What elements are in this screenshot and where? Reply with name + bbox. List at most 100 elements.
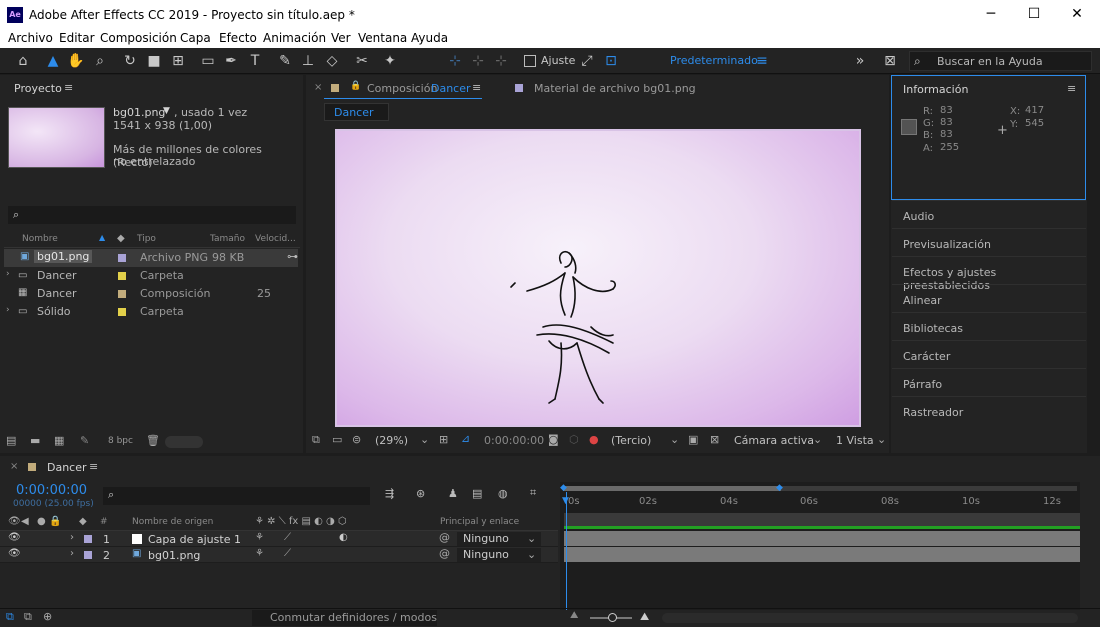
- lock-icon[interactable]: 🔒: [49, 516, 61, 527]
- label-color-swatch[interactable]: [118, 254, 126, 262]
- footage-tab[interactable]: Material de archivo bg01.png: [534, 82, 696, 95]
- switches-icons[interactable]: ⚘ ✲ ⟍ fx ▤ ◐ ◑ ⬡: [255, 516, 347, 527]
- shy-layers-icon[interactable]: ♟: [448, 487, 458, 500]
- eye-icon[interactable]: 👁: [8, 532, 21, 543]
- eye-icon[interactable]: 👁: [8, 548, 21, 559]
- sync-settings-icon[interactable]: ⊠: [880, 51, 900, 71]
- item-name[interactable]: Sólido: [37, 305, 71, 318]
- layer-bar[interactable]: [564, 547, 1080, 562]
- new-composition-icon[interactable]: ▦: [54, 434, 64, 447]
- draft-3d-icon[interactable]: ⊛: [416, 487, 425, 500]
- project-search-field[interactable]: ⌕: [8, 206, 296, 224]
- item-name[interactable]: Dancer: [37, 287, 77, 300]
- character-panel-tab[interactable]: Carácter: [892, 340, 1086, 367]
- in-out-toggle-icon[interactable]: ⊕: [43, 610, 52, 623]
- local-axis-icon[interactable]: ⊹: [445, 51, 465, 71]
- resolution-select[interactable]: (Tercio): [611, 434, 651, 447]
- expand-arrow-icon[interactable]: ›: [70, 548, 74, 559]
- project-item[interactable]: ▦ Dancer Composición 25: [4, 285, 298, 303]
- solo-icon[interactable]: ●: [37, 516, 46, 527]
- zoom-out-icon[interactable]: ⛰: [570, 610, 578, 621]
- zoom-tool-icon[interactable]: ⌕: [90, 51, 110, 71]
- playhead[interactable]: [566, 492, 567, 610]
- close-button[interactable]: ✕: [1054, 0, 1100, 30]
- transparency-grid-icon[interactable]: ▣: [688, 433, 698, 446]
- rotate-tool-icon[interactable]: ↻: [120, 51, 140, 71]
- layer-label-swatch[interactable]: [84, 535, 92, 543]
- maximize-button[interactable]: ☐: [1011, 0, 1057, 30]
- audio-panel-tab[interactable]: Audio: [892, 200, 1086, 227]
- shy-switch-icon[interactable]: ⚘: [255, 532, 264, 543]
- menu-ayuda[interactable]: Ayuda: [411, 31, 448, 45]
- label-color-swatch[interactable]: [118, 308, 126, 316]
- time-ruler[interactable]: 0s 02s 04s 06s 08s 10s 12s: [560, 492, 1080, 512]
- motion-blur-icon[interactable]: ◍: [498, 487, 508, 500]
- camera-dropdown-icon[interactable]: ⌄: [813, 433, 822, 446]
- eraser-tool-icon[interactable]: ◇: [322, 51, 342, 71]
- snap-feature-icon[interactable]: ⊡: [601, 51, 621, 71]
- chevron-down-icon[interactable]: ⌄: [527, 548, 536, 561]
- align-panel-tab[interactable]: Alinear: [892, 284, 1086, 311]
- resolution-dropdown-icon[interactable]: ⌄: [670, 433, 679, 446]
- zoom-in-icon[interactable]: ⛰: [640, 610, 649, 624]
- trash-icon[interactable]: 🗑: [146, 434, 160, 447]
- tracker-panel-tab[interactable]: Rastreador: [892, 396, 1086, 423]
- info-panel-title[interactable]: Información: [903, 83, 968, 96]
- lock-icon[interactable]: 🔒: [350, 81, 361, 91]
- quality-switch-icon[interactable]: ⟋: [284, 548, 291, 559]
- expand-arrow-icon[interactable]: ›: [70, 532, 74, 543]
- snap-checkbox[interactable]: [524, 55, 536, 67]
- type-tool-icon[interactable]: T: [245, 51, 265, 71]
- menu-capa[interactable]: Capa: [180, 31, 211, 45]
- layer-switches-toggle-icon[interactable]: ⧉: [6, 610, 14, 624]
- column-size[interactable]: Tamaño: [210, 234, 245, 244]
- layer-label-swatch[interactable]: [84, 551, 92, 559]
- help-search-placeholder[interactable]: Buscar en la Ayuda: [937, 55, 1043, 68]
- roto-brush-tool-icon[interactable]: ✂: [352, 51, 372, 71]
- views-dropdown-icon[interactable]: ⌄: [877, 433, 886, 446]
- column-speed[interactable]: Velocid...: [255, 234, 296, 244]
- parent-select[interactable]: Ninguno ⌄: [457, 548, 541, 562]
- expand-arrow-icon[interactable]: ›: [6, 269, 10, 279]
- composition-canvas[interactable]: [335, 129, 861, 427]
- project-item[interactable]: › ▭ Dancer Carpeta: [4, 267, 298, 285]
- menu-editar[interactable]: Editar: [59, 31, 95, 45]
- work-area-bar[interactable]: [564, 513, 1080, 527]
- help-search-field[interactable]: ⌕ Buscar en la Ayuda: [909, 51, 1092, 71]
- close-tab-icon[interactable]: ×: [10, 461, 18, 472]
- show-snapshot-icon[interactable]: ⬡: [569, 433, 579, 446]
- menu-archivo[interactable]: Archivo: [8, 31, 53, 45]
- project-settings-icon[interactable]: ✎: [80, 434, 89, 447]
- project-item[interactable]: › ▭ Sólido Carpeta: [4, 303, 298, 321]
- world-axis-icon[interactable]: ⊹: [468, 51, 488, 71]
- menu-animacion[interactable]: Animación: [263, 31, 326, 45]
- viewer-timecode[interactable]: 0:00:00:00: [484, 434, 544, 447]
- horizontal-scrollbar[interactable]: [662, 613, 1078, 623]
- workspace-menu-icon[interactable]: ≡: [752, 51, 772, 71]
- expand-arrow-icon[interactable]: ›: [6, 305, 10, 315]
- composition-mini-flowchart-icon[interactable]: ⇶: [385, 487, 394, 500]
- audio-icon[interactable]: ◀: [21, 516, 29, 527]
- menu-composicion[interactable]: Composición: [100, 31, 177, 45]
- zoom-select[interactable]: (29%): [375, 434, 408, 447]
- pickwhip-icon[interactable]: @: [439, 547, 450, 560]
- paragraph-panel-tab[interactable]: Párrafo: [892, 368, 1086, 395]
- new-folder-icon[interactable]: ▬: [30, 434, 40, 447]
- chevron-down-icon[interactable]: ⌄: [527, 532, 536, 545]
- panel-menu-icon[interactable]: ≡: [472, 81, 481, 94]
- label-color-swatch[interactable]: [118, 290, 126, 298]
- item-name[interactable]: Dancer: [37, 269, 77, 282]
- zoom-dropdown-icon[interactable]: ⌄: [420, 433, 429, 446]
- adjustment-switch-icon[interactable]: ◐: [339, 532, 348, 543]
- timeline-search-field[interactable]: ⌕: [103, 487, 370, 505]
- item-name[interactable]: bg01.png: [34, 250, 93, 263]
- camera-select[interactable]: Cámara activa: [734, 434, 814, 447]
- always-preview-icon[interactable]: ⧉: [312, 433, 320, 447]
- view-axis-icon[interactable]: ⊹: [491, 51, 511, 71]
- column-layer-number[interactable]: #: [100, 517, 108, 527]
- region-of-interest-icon[interactable]: ⊿: [461, 432, 470, 445]
- pan-behind-tool-icon[interactable]: ⊞: [168, 51, 188, 71]
- toggle-switches-label[interactable]: Conmutar definidores / modos: [270, 611, 437, 624]
- playhead-handle-icon[interactable]: ▼: [562, 496, 569, 506]
- column-source-name[interactable]: Nombre de origen: [132, 517, 213, 527]
